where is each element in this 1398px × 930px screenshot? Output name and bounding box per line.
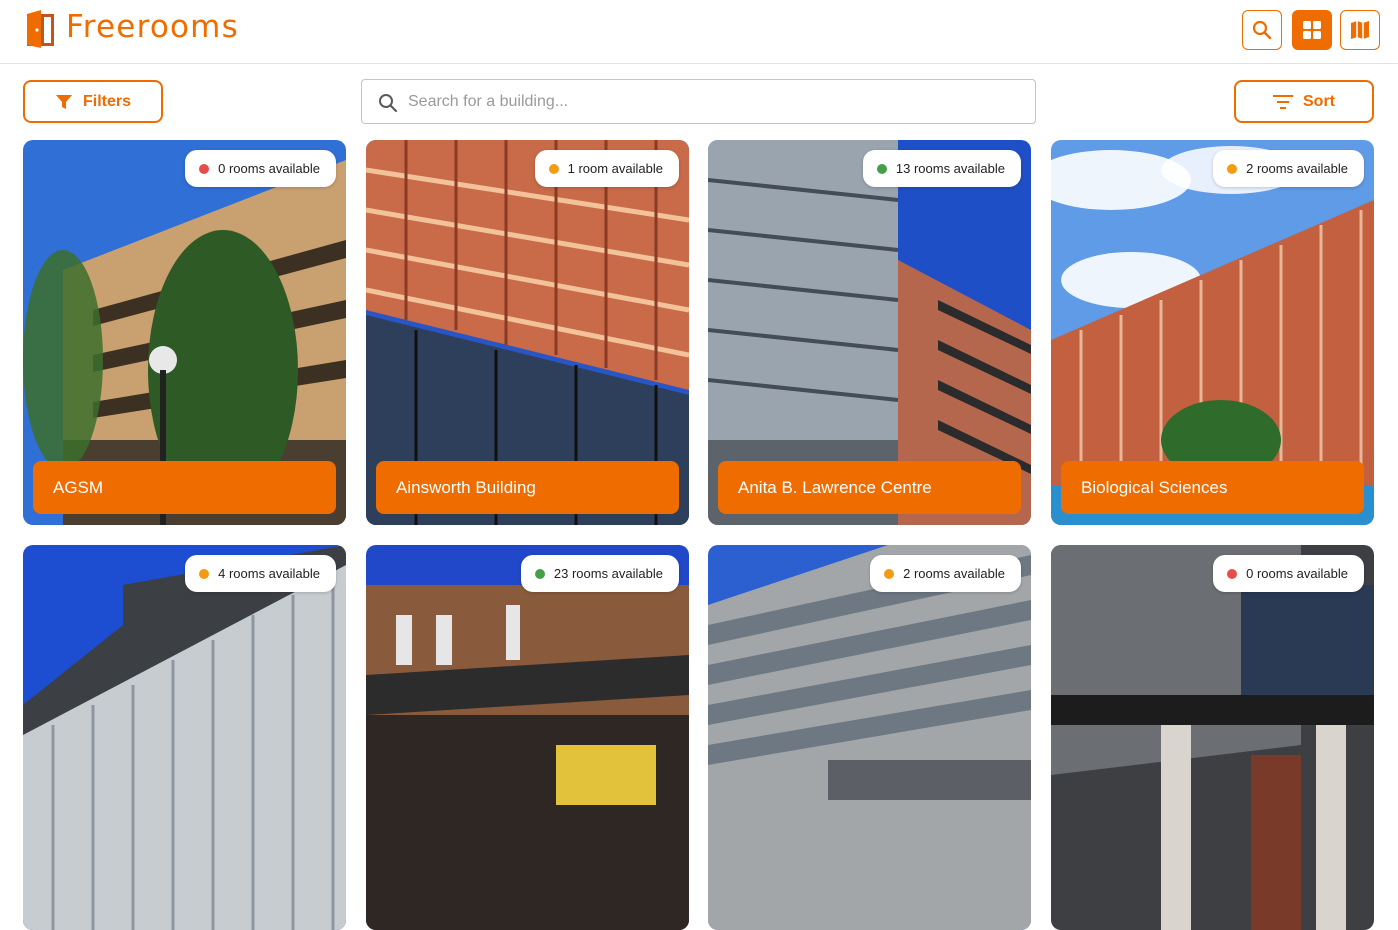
building-name: AGSM [33, 461, 336, 514]
building-card[interactable]: 2 rooms available [708, 545, 1031, 930]
building-photo [23, 545, 346, 930]
availability-text: 2 rooms available [903, 566, 1005, 581]
building-card[interactable]: 4 rooms available [23, 545, 346, 930]
map-icon [1351, 21, 1369, 39]
building-card[interactable]: 13 rooms available Anita B. Lawrence Cen… [708, 140, 1031, 525]
sort-button[interactable]: Sort [1234, 80, 1374, 123]
availability-text: 1 room available [567, 161, 663, 176]
building-card[interactable]: 1 room available Ainsworth Building [366, 140, 689, 525]
building-card[interactable]: 0 rooms available AGSM [23, 140, 346, 525]
search-button[interactable] [1242, 10, 1282, 50]
status-dot [534, 568, 545, 579]
status-dot [199, 568, 210, 579]
map-view-button[interactable] [1340, 10, 1380, 50]
availability-badge: 4 rooms available [185, 555, 336, 592]
availability-badge: 2 rooms available [870, 555, 1021, 592]
door-logo-icon[interactable] [24, 8, 58, 48]
status-dot [876, 163, 887, 174]
status-dot [199, 163, 210, 174]
availability-badge: 0 rooms available [1213, 555, 1364, 592]
status-dot [1227, 568, 1238, 579]
building-photo [366, 545, 689, 930]
status-dot [884, 568, 895, 579]
building-card[interactable]: 23 rooms available [366, 545, 689, 930]
availability-text: 0 rooms available [218, 161, 320, 176]
building-name: Biological Sciences [1061, 461, 1364, 514]
filters-label: Filters [82, 92, 131, 110]
availability-text: 23 rooms available [553, 566, 663, 581]
grid-view-button[interactable] [1292, 10, 1332, 50]
availability-badge: 1 room available [534, 150, 679, 187]
building-photo [708, 545, 1031, 930]
filters-button[interactable]: Filters [23, 80, 163, 123]
availability-badge: 2 rooms available [1213, 150, 1364, 187]
availability-text: 4 rooms available [218, 566, 320, 581]
filter-funnel-icon [55, 94, 72, 109]
availability-text: 0 rooms available [1246, 566, 1348, 581]
sort-label: Sort [1303, 92, 1335, 110]
grid-view-icon [1303, 21, 1321, 39]
availability-badge: 23 rooms available [520, 555, 679, 592]
building-name: Ainsworth Building [376, 461, 679, 514]
availability-badge: 0 rooms available [185, 150, 336, 187]
building-card[interactable]: 2 rooms available Biological Sciences [1051, 140, 1374, 525]
search-icon [1252, 20, 1272, 40]
sort-icon [1273, 94, 1293, 109]
search-icon [379, 94, 398, 113]
availability-text: 2 rooms available [1246, 161, 1348, 176]
status-dot [1227, 163, 1238, 174]
building-photo [1051, 545, 1374, 930]
building-name: Anita B. Lawrence Centre [718, 461, 1021, 514]
brand-title[interactable]: Freerooms [66, 9, 239, 45]
status-dot [548, 163, 559, 174]
building-card[interactable]: 0 rooms available [1051, 545, 1374, 930]
availability-text: 13 rooms available [895, 161, 1005, 176]
top-app-bar: Freerooms [0, 0, 1398, 64]
building-search[interactable] [361, 79, 1036, 124]
search-input[interactable] [406, 80, 1026, 123]
availability-badge: 13 rooms available [862, 150, 1021, 187]
